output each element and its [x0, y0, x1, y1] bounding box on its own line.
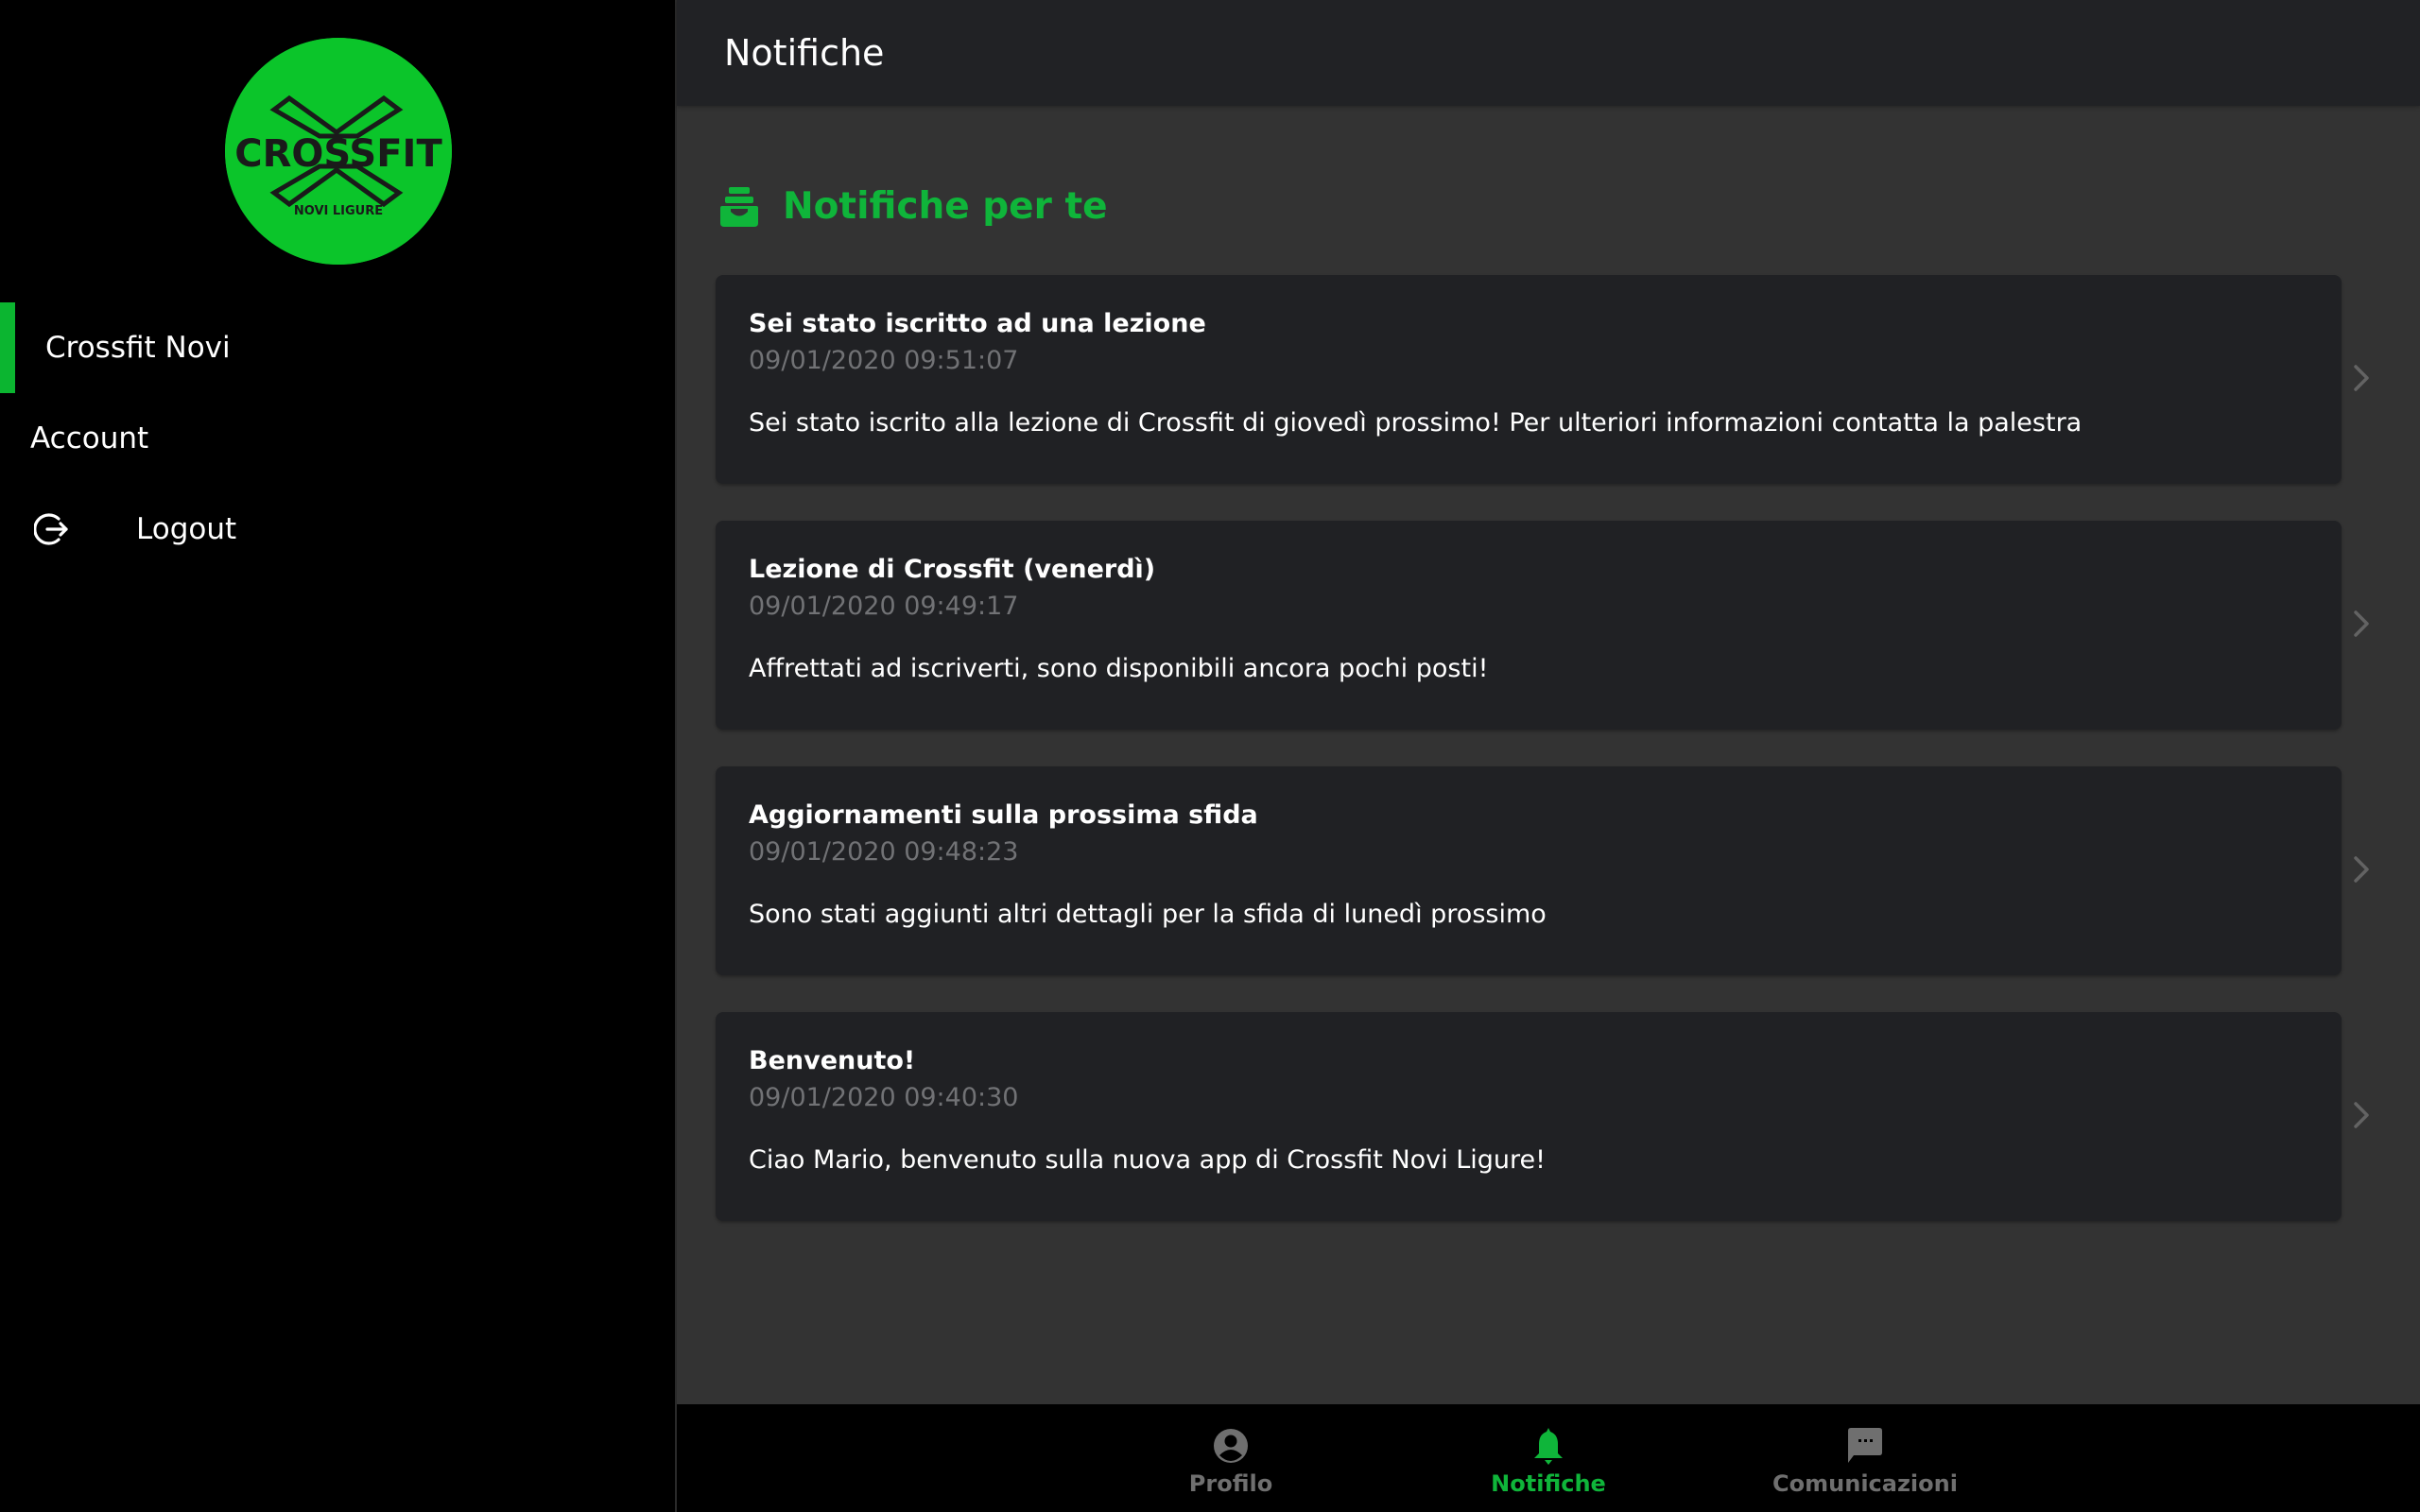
crossfit-logo: CROSSFIT NOVI LIGURE: [225, 38, 452, 265]
chevron-right-icon[interactable]: [2351, 610, 2372, 638]
notification-item[interactable]: Sei stato iscritto ad una lezione 09/01/…: [716, 275, 2398, 484]
bottom-tab-bar: Profilo Notifiche Comunicazioni: [677, 1404, 2420, 1512]
active-indicator: [0, 302, 15, 393]
page-title: Notifiche: [724, 32, 885, 74]
logout-icon: [32, 508, 74, 550]
notification-timestamp: 09/01/2020 09:40:30: [749, 1083, 1019, 1112]
notification-item[interactable]: Aggiornamenti sulla prossima sfida 09/01…: [716, 766, 2398, 975]
chevron-right-icon[interactable]: [2351, 855, 2372, 884]
sidebar-menu: Crossfit Novi Account Logout: [0, 302, 675, 575]
logo-subtext: NOVI LIGURE: [294, 204, 383, 218]
tab-profilo[interactable]: Profilo: [1108, 1404, 1354, 1512]
notification-list: Sei stato iscritto ad una lezione 09/01/…: [716, 275, 2398, 1258]
notification-timestamp: 09/01/2020 09:48:23: [749, 837, 1019, 867]
notification-body: Sei stato iscrito alla lezione di Crossf…: [749, 408, 2083, 438]
sidebar: CROSSFIT NOVI LIGURE Crossfit Novi Accou…: [0, 0, 675, 1512]
sidebar-item-label: Crossfit Novi: [45, 330, 231, 365]
tab-label: Notifiche: [1491, 1470, 1606, 1497]
notification-card[interactable]: Aggiornamenti sulla prossima sfida 09/01…: [716, 766, 2342, 975]
notification-card[interactable]: Lezione di Crossfit (venerdì) 09/01/2020…: [716, 521, 2342, 730]
logo-text: CROSSFIT: [234, 132, 442, 176]
sidebar-item-crossfit-novi[interactable]: Crossfit Novi: [0, 302, 675, 393]
notification-card[interactable]: Sei stato iscritto ad una lezione 09/01/…: [716, 275, 2342, 484]
bell-icon: [1532, 1427, 1564, 1465]
tab-notifiche[interactable]: Notifiche: [1426, 1404, 1671, 1512]
tab-label: Profilo: [1188, 1470, 1273, 1497]
notification-title: Sei stato iscritto ad una lezione: [749, 309, 1206, 338]
app-window: CROSSFIT NOVI LIGURE Crossfit Novi Accou…: [0, 0, 2420, 1512]
chevron-right-icon[interactable]: [2351, 1101, 2372, 1129]
file-tray-icon: [720, 186, 760, 228]
sidebar-item-logout[interactable]: Logout: [0, 484, 675, 575]
crossfit-logo-graphic: CROSSFIT NOVI LIGURE: [225, 38, 452, 265]
chevron-right-icon[interactable]: [2351, 364, 2372, 392]
section-title: Notifiche per te: [783, 185, 1108, 228]
notification-card[interactable]: Benvenuto! 09/01/2020 09:40:30 Ciao Mari…: [716, 1012, 2342, 1221]
notification-title: Aggiornamenti sulla prossima sfida: [749, 800, 1258, 830]
main-content: Notifiche Notifiche per te Sei stato isc…: [677, 0, 2420, 1512]
notification-title: Lezione di Crossfit (venerdì): [749, 555, 1156, 584]
section-heading: Notifiche per te: [720, 185, 1108, 228]
notification-body: Affrettati ad iscriverti, sono disponibi…: [749, 654, 1489, 683]
sidebar-item-label: Logout: [136, 511, 237, 546]
person-circle-icon: [1213, 1427, 1249, 1465]
tab-comunicazioni[interactable]: Comunicazioni: [1742, 1404, 1988, 1512]
notification-body: Sono stati aggiunti altri dettagli per l…: [749, 900, 1547, 929]
notification-body: Ciao Mario, benvenuto sulla nuova app di…: [749, 1145, 1546, 1175]
tab-label: Comunicazioni: [1772, 1470, 1958, 1497]
sidebar-item-account[interactable]: Account: [0, 393, 675, 484]
notification-item[interactable]: Benvenuto! 09/01/2020 09:40:30 Ciao Mari…: [716, 1012, 2398, 1221]
notification-timestamp: 09/01/2020 09:51:07: [749, 346, 1019, 375]
top-toolbar: Notifiche: [677, 0, 2420, 106]
notification-timestamp: 09/01/2020 09:49:17: [749, 592, 1019, 621]
notification-item[interactable]: Lezione di Crossfit (venerdì) 09/01/2020…: [716, 521, 2398, 730]
notification-title: Benvenuto!: [749, 1046, 916, 1075]
sidebar-item-label: Account: [30, 421, 149, 455]
chat-bubble-icon: [1848, 1427, 1882, 1465]
